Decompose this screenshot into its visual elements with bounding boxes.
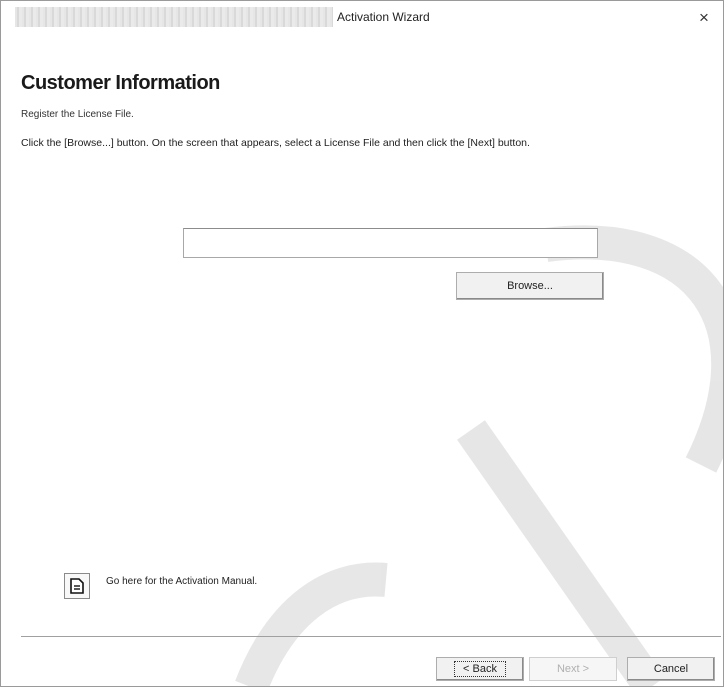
footer-divider bbox=[21, 636, 721, 637]
close-button[interactable]: × bbox=[689, 5, 719, 31]
activation-manual-link[interactable]: Go here for the Activation Manual. bbox=[106, 576, 257, 587]
title-bar: Activation Wizard × bbox=[1, 1, 723, 35]
page-subtitle: Register the License File. bbox=[21, 109, 134, 120]
instruction-text: Click the [Browse...] button. On the scr… bbox=[21, 137, 530, 149]
wizard-content: Customer Information Register the Licens… bbox=[1, 35, 723, 686]
back-button-label: < Back bbox=[454, 661, 506, 677]
license-file-path-input[interactable] bbox=[183, 228, 598, 258]
cancel-button[interactable]: Cancel bbox=[627, 657, 715, 681]
page-title: Customer Information bbox=[21, 72, 220, 94]
browse-button[interactable]: Browse... bbox=[456, 272, 604, 300]
watermark bbox=[235, 225, 723, 686]
activation-wizard-window: Activation Wizard × Customer Information… bbox=[0, 0, 724, 687]
window-title: Activation Wizard bbox=[337, 10, 430, 24]
document-icon[interactable] bbox=[64, 573, 90, 599]
title-bar-blurred-area bbox=[15, 7, 333, 27]
next-button[interactable]: Next > bbox=[529, 657, 617, 681]
back-button[interactable]: < Back bbox=[436, 657, 524, 681]
